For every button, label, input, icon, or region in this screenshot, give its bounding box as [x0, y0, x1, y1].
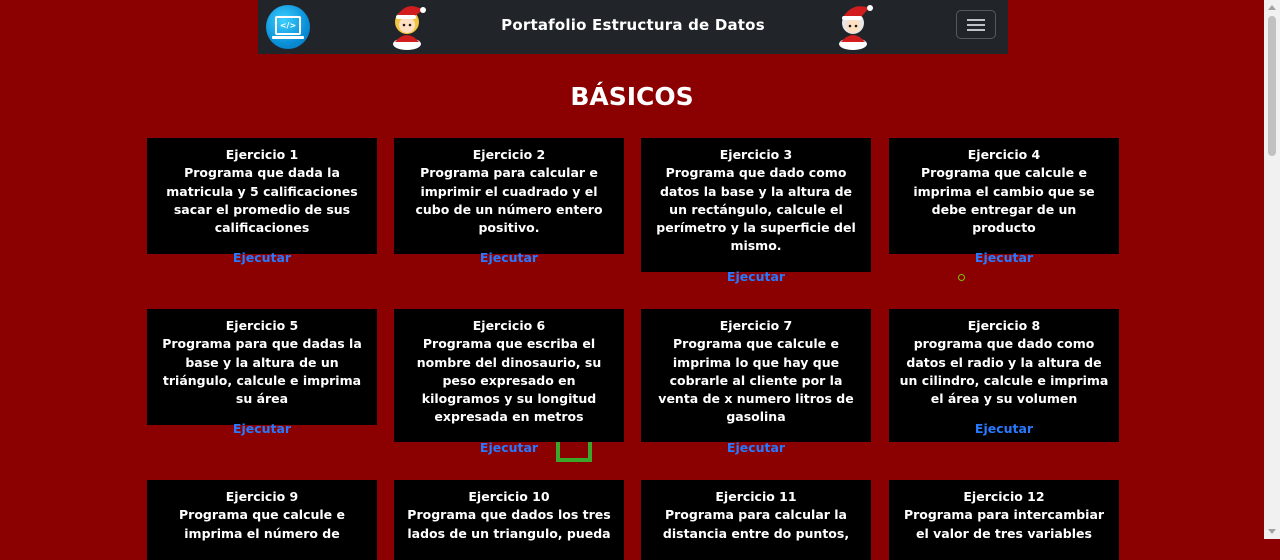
navbar-title[interactable]: Portafolio Estructura de Datos — [258, 0, 1008, 50]
scroll-up-arrow-icon[interactable] — [1268, 5, 1276, 10]
decoration-dot — [958, 274, 965, 281]
card-ejercicio-7: Ejercicio 7 Programa que calcule e impri… — [641, 309, 871, 455]
card-title: Ejercicio 3 — [719, 147, 793, 162]
section-title: BÁSICOS — [570, 82, 694, 111]
card-title: Ejercicio 11 — [715, 489, 797, 504]
card-description: Programa que dado como datos la base y l… — [656, 165, 856, 254]
card-ejercicio-11: Ejercicio 11 Programa para calcular la d… — [641, 480, 871, 560]
card-title: Ejercicio 2 — [472, 147, 546, 162]
card-title: Ejercicio 7 — [719, 318, 793, 333]
navbar: </> Portafolio Estructura de Datos — [258, 0, 1008, 54]
ejecutar-link[interactable]: Ejecutar — [157, 249, 367, 267]
card-title: Ejercicio 5 — [225, 318, 299, 333]
card-title: Ejercicio 1 — [225, 147, 299, 162]
santa-mascot-icon — [839, 5, 873, 50]
ejecutar-link[interactable]: Ejecutar — [651, 268, 861, 286]
card-description: Programa que dada la matricula y 5 calif… — [166, 165, 358, 236]
vertical-scrollbar[interactable] — [1264, 0, 1280, 539]
card-ejercicio-2: Ejercicio 2 Programa para calcular e imp… — [394, 138, 624, 265]
hamburger-menu-button[interactable] — [956, 10, 996, 39]
card-title: Ejercicio 4 — [967, 147, 1041, 162]
card-title: Ejercicio 6 — [472, 318, 546, 333]
card-ejercicio-3: Ejercicio 3 Programa que dado como datos… — [641, 138, 871, 284]
ejecutar-link[interactable]: Ejecutar — [651, 439, 861, 457]
card-description: Programa para que dadas la base y la alt… — [162, 336, 362, 407]
card-ejercicio-1: Ejercicio 1 Programa que dada la matricu… — [147, 138, 377, 265]
card-description: Programa para calcular la distancia entr… — [662, 507, 850, 541]
card-title: Ejercicio 12 — [963, 489, 1045, 504]
card-description: Programa que calcule e imprima el número… — [179, 507, 345, 541]
card-ejercicio-6: Ejercicio 6 Programa que escriba el nomb… — [394, 309, 624, 455]
scroll-down-arrow-icon[interactable] — [1268, 529, 1276, 534]
card-title: Ejercicio 10 — [468, 489, 550, 504]
card-ejercicio-12: Ejercicio 12 Programa para intercambiar … — [889, 480, 1119, 560]
card-description: Programa que dados los tres lados de un … — [407, 507, 611, 541]
ejecutar-link[interactable]: Ejecutar — [899, 420, 1109, 438]
card-description: Programa que calcule e imprima lo que ha… — [658, 336, 854, 425]
card-description: Programa para calcular e imprimir el cua… — [415, 165, 603, 236]
card-title: Ejercicio 8 — [967, 318, 1041, 333]
ejecutar-link[interactable]: Ejecutar — [899, 249, 1109, 267]
ejecutar-link[interactable]: Ejecutar — [404, 249, 614, 267]
card-ejercicio-9: Ejercicio 9 Programa que calcule e impri… — [147, 480, 377, 560]
card-title: Ejercicio 9 — [225, 489, 299, 504]
card-description: Programa para intercambiar el valor de t… — [903, 507, 1105, 541]
ejecutar-link[interactable]: Ejecutar — [404, 439, 614, 457]
card-description: Programa que escriba el nombre del dinos… — [416, 336, 602, 425]
card-ejercicio-10: Ejercicio 10 Programa que dados los tres… — [394, 480, 624, 560]
card-ejercicio-8: Ejercicio 8 programa que dado como datos… — [889, 309, 1119, 442]
card-description: Programa que calcule e imprima el cambio… — [913, 165, 1095, 236]
card-ejercicio-5: Ejercicio 5 Programa para que dadas la b… — [147, 309, 377, 436]
card-description: programa que dado como datos el radio y … — [899, 336, 1109, 407]
scrollbar-thumb[interactable] — [1268, 16, 1276, 156]
card-ejercicio-4: Ejercicio 4 Programa que calcule e impri… — [889, 138, 1119, 265]
ejecutar-link[interactable]: Ejecutar — [157, 420, 367, 438]
